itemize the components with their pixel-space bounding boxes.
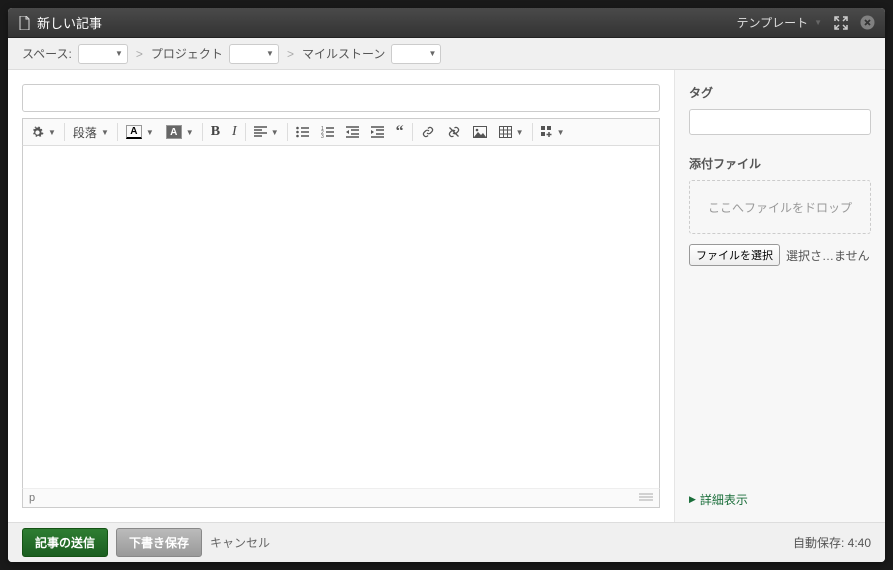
image-button[interactable]: [467, 119, 493, 145]
project-label: プロジェクト: [151, 45, 223, 62]
bg-color-button[interactable]: A ▼: [160, 119, 200, 145]
image-icon: [473, 126, 487, 138]
file-status-text: 選択さ…ません: [786, 247, 870, 264]
numbered-list-icon: 123: [321, 126, 334, 138]
unlink-button[interactable]: [441, 119, 467, 145]
file-dropzone[interactable]: ここへファイルをドロップ: [689, 180, 871, 234]
bullet-list-icon: [296, 126, 309, 138]
toolbar-separator: [412, 123, 413, 141]
expand-icon[interactable]: [834, 16, 848, 30]
save-draft-button[interactable]: 下書き保存: [116, 528, 202, 557]
caret-down-icon: ▼: [271, 128, 279, 137]
template-dropdown[interactable]: テンプレート ▼: [736, 14, 822, 31]
outdent-button[interactable]: [340, 119, 365, 145]
toolbar-separator: [202, 123, 203, 141]
editor-textarea[interactable]: [22, 146, 660, 489]
resize-handle-icon[interactable]: [639, 493, 653, 503]
tags-heading: タグ: [689, 84, 871, 101]
tags-input[interactable]: [689, 109, 871, 135]
table-button[interactable]: ▼: [493, 119, 530, 145]
caret-down-icon: ▼: [814, 18, 822, 27]
caret-down-icon: ▼: [101, 128, 109, 137]
choose-file-button[interactable]: ファイルを選択: [689, 244, 780, 266]
svg-text:3: 3: [321, 134, 324, 138]
format-select[interactable]: 段落 ▼: [67, 119, 115, 145]
caret-down-icon: ▼: [557, 128, 565, 137]
editor-toolbar: ▼ 段落 ▼ A ▼ A ▼ B I: [22, 118, 660, 146]
more-button[interactable]: ▼: [535, 119, 571, 145]
modal-footer: 記事の送信 下書き保存 キャンセル 自動保存: 4:40: [8, 522, 885, 562]
link-button[interactable]: [415, 119, 441, 145]
toolbar-separator: [532, 123, 533, 141]
link-icon: [421, 126, 435, 138]
caret-down-icon: ▼: [428, 49, 436, 58]
milestone-select[interactable]: ▼: [391, 44, 441, 64]
outdent-icon: [346, 126, 359, 138]
indent-button[interactable]: [365, 119, 390, 145]
milestone-label: マイルストーン: [302, 45, 385, 62]
text-color-button[interactable]: A ▼: [120, 119, 160, 145]
toolbar-separator: [117, 123, 118, 141]
modal-header: 新しい記事 テンプレート ▼: [8, 8, 885, 38]
numbered-list-button[interactable]: 123: [315, 119, 340, 145]
submit-button[interactable]: 記事の送信: [22, 528, 108, 557]
close-icon[interactable]: [860, 15, 875, 30]
indent-icon: [371, 126, 384, 138]
bold-button[interactable]: B: [205, 119, 226, 145]
breadcrumb: スペース: ▼ > プロジェクト ▼ > マイルストーン ▼: [8, 38, 885, 70]
caret-down-icon: ▼: [115, 49, 123, 58]
toolbar-separator: [245, 123, 246, 141]
plus-grid-icon: [541, 126, 553, 138]
editor-statusbar: p: [22, 488, 660, 508]
unlink-icon: [447, 126, 461, 138]
autosave-status: 自動保存: 4:40: [793, 534, 871, 551]
breadcrumb-separator: >: [285, 47, 296, 61]
main-pane: ▼ 段落 ▼ A ▼ A ▼ B I: [8, 70, 675, 522]
bg-color-icon: A: [166, 125, 182, 139]
caret-down-icon: ▼: [48, 128, 56, 137]
project-select[interactable]: ▼: [229, 44, 279, 64]
cancel-button[interactable]: キャンセル: [210, 534, 270, 551]
italic-button[interactable]: I: [226, 119, 243, 145]
space-label: スペース:: [22, 45, 72, 62]
caret-down-icon: ▼: [146, 128, 154, 137]
quote-icon: “: [396, 126, 404, 138]
caret-down-icon: ▼: [186, 128, 194, 137]
modal-body: ▼ 段落 ▼ A ▼ A ▼ B I: [8, 70, 885, 522]
attachments-heading: 添付ファイル: [689, 155, 871, 172]
details-toggle[interactable]: ▶ 詳細表示: [689, 491, 871, 508]
caret-down-icon: ▼: [266, 49, 274, 58]
modal-title: 新しい記事: [37, 13, 736, 32]
table-icon: [499, 126, 512, 138]
article-title-input[interactable]: [22, 84, 660, 112]
file-chooser-row: ファイルを選択 選択さ…ません: [689, 244, 871, 266]
space-select[interactable]: ▼: [78, 44, 128, 64]
toolbar-separator: [287, 123, 288, 141]
blockquote-button[interactable]: “: [390, 119, 410, 145]
triangle-right-icon: ▶: [689, 494, 696, 505]
element-path[interactable]: p: [29, 492, 35, 504]
new-article-modal: 新しい記事 テンプレート ▼ スペース: ▼ > プロジェクト ▼ > マイルス…: [8, 8, 885, 562]
align-button[interactable]: ▼: [248, 119, 285, 145]
gear-icon: [31, 126, 44, 139]
tools-menu[interactable]: ▼: [25, 119, 62, 145]
template-label: テンプレート: [736, 14, 808, 31]
bullet-list-button[interactable]: [290, 119, 315, 145]
sidebar: タグ 添付ファイル ここへファイルをドロップ ファイルを選択 選択さ…ません ▶…: [675, 70, 885, 522]
document-icon: [18, 16, 31, 30]
caret-down-icon: ▼: [516, 128, 524, 137]
breadcrumb-separator: >: [134, 47, 145, 61]
text-color-icon: A: [126, 125, 142, 139]
toolbar-separator: [64, 123, 65, 141]
align-left-icon: [254, 126, 267, 138]
